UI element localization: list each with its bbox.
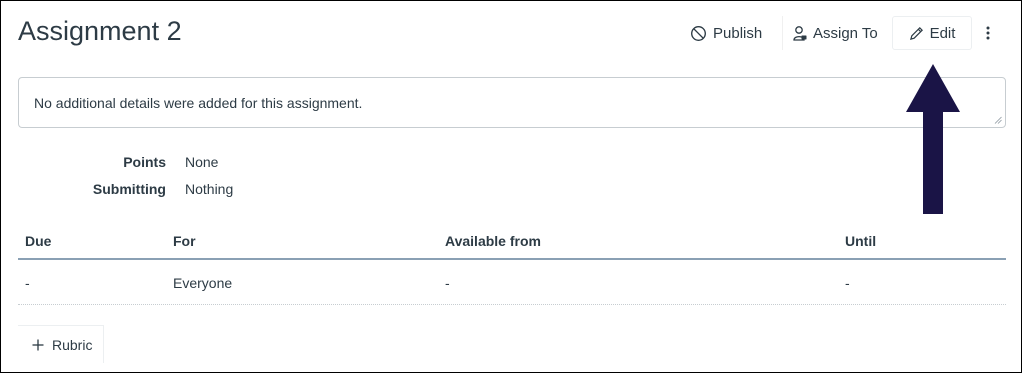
assignment-description: No additional details were added for thi… (18, 77, 1006, 128)
more-vertical-icon (986, 26, 990, 40)
table-header-divider (18, 258, 1006, 260)
header-due: Due (25, 233, 52, 249)
points-label: Points (123, 154, 166, 170)
cell-due: - (25, 275, 30, 291)
header-available-from: Available from (445, 233, 541, 249)
rubric-label: Rubric (52, 336, 93, 353)
resize-handle-icon[interactable] (994, 116, 1002, 124)
table-row-divider (18, 304, 1006, 305)
assign-to-label: Assign To (813, 24, 878, 42)
submitting-value: Nothing (185, 181, 234, 197)
header-for: For (173, 233, 196, 249)
edit-button[interactable]: Edit (892, 16, 972, 50)
cell-until: - (845, 275, 850, 291)
publish-button[interactable]: Publish (680, 16, 772, 50)
add-rubric-button[interactable]: Rubric (18, 325, 104, 363)
more-options-button[interactable] (976, 16, 1000, 50)
annotation-arrow-icon (906, 64, 960, 214)
user-lock-icon (793, 26, 807, 41)
plus-icon (32, 339, 44, 350)
submitting-label: Submitting (92, 181, 166, 197)
edit-label: Edit (929, 24, 956, 42)
unpublished-icon (691, 25, 706, 41)
page-title: Assignment 2 (18, 16, 182, 46)
header-until: Until (845, 233, 877, 249)
publish-label: Publish (713, 24, 763, 42)
assign-to-button[interactable]: Assign To (782, 16, 888, 50)
cell-available-from: - (445, 275, 450, 291)
pencil-icon (909, 26, 923, 40)
points-value: None (185, 154, 219, 170)
cell-for: Everyone (173, 275, 233, 291)
description-text: No additional details were added for thi… (34, 95, 363, 111)
